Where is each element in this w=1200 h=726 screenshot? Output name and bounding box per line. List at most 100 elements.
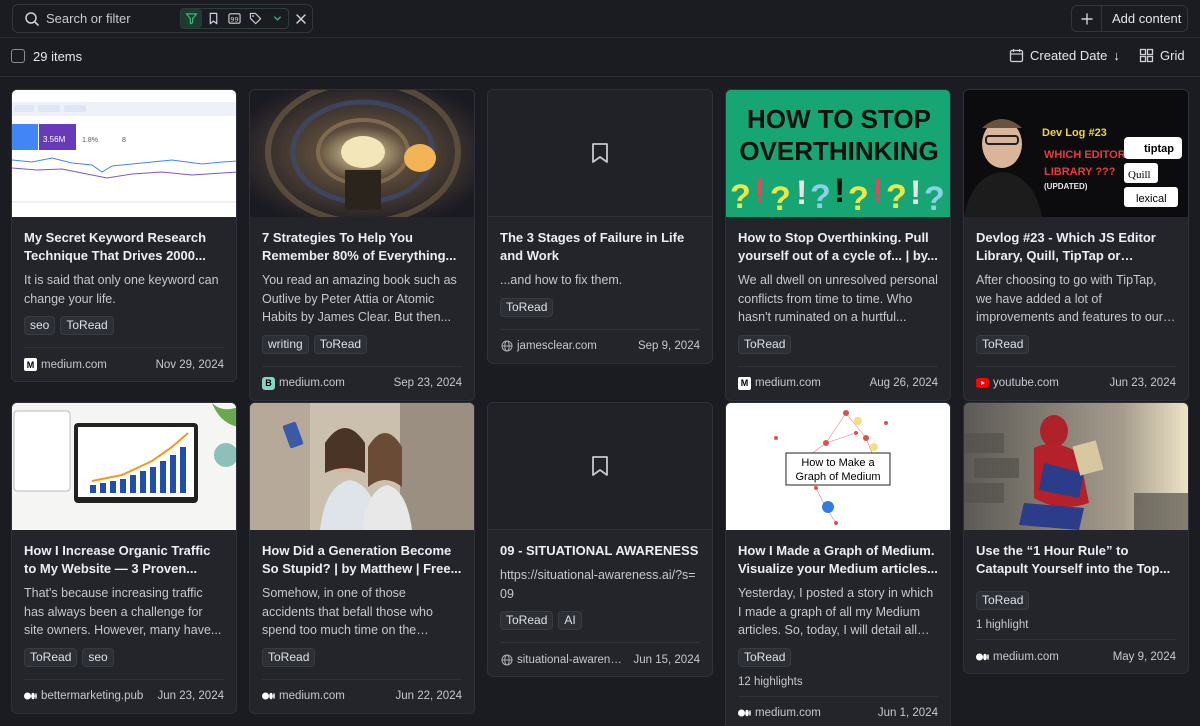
svg-text:!: ! (796, 174, 807, 212)
svg-text:?: ? (730, 178, 751, 216)
sort-direction: ↓ (1113, 48, 1120, 63)
svg-text:!: ! (754, 172, 765, 210)
tag-list: ToRead (738, 334, 938, 354)
tag-list: seo ToRead (24, 316, 224, 335)
tag-chip[interactable]: ToRead (60, 316, 114, 335)
tag-chip[interactable]: ToRead (24, 647, 78, 667)
filter-bookmark-button[interactable] (202, 9, 223, 28)
card-footer: situational-awarene... Jun 15, 2024 (500, 642, 700, 666)
search-box[interactable]: Search or filter 99 (12, 4, 313, 33)
thumb-headline: HOW TO STOP (747, 104, 931, 134)
calendar-icon (1009, 49, 1024, 63)
sort-button[interactable]: Created Date ↓ (1009, 48, 1120, 63)
card-source: youtube.com (993, 377, 1059, 389)
card-source: medium.com (279, 377, 345, 389)
card-title: 09 - SITUATIONAL AWARENESS (500, 543, 699, 558)
tag-chip[interactable]: ToRead (500, 297, 554, 317)
card-source: medium.com (993, 650, 1059, 663)
tag-list: ToRead AI (500, 611, 700, 630)
thumb-text: LIBRARY ??? (1044, 166, 1116, 178)
content-card[interactable]: HOW TO STOP OVERTHINKING ? ! ? ! ? ! ? !… (725, 89, 951, 401)
medium-b-icon: B (262, 376, 275, 390)
tag-chip[interactable]: ToRead (976, 334, 1030, 354)
svg-text:?: ? (924, 180, 945, 217)
plus-icon (1072, 6, 1102, 31)
card-description: ...and how to fix them. (500, 273, 623, 287)
tag-chip[interactable]: ToRead (500, 611, 554, 630)
select-all-checkbox[interactable] (11, 49, 25, 63)
quote-icon: 99 (228, 13, 241, 24)
medium-icon: M (24, 358, 37, 371)
view-toggle-button[interactable]: Grid (1139, 48, 1185, 63)
card-source: situational-awarene... (517, 653, 626, 666)
svg-text:?: ? (810, 178, 831, 216)
card-title: How to Stop Overthinking. Pull yourself … (738, 230, 938, 263)
svg-text:!: ! (872, 172, 883, 210)
card-description: We all dwell on unresolved personal conf… (738, 273, 938, 324)
svg-text:!: ! (834, 172, 845, 210)
tag-chip[interactable]: AI (558, 611, 582, 630)
bookmark-icon (209, 12, 217, 25)
content-card[interactable]: How I Increase Organic Traffic to My Web… (11, 402, 237, 714)
top-bar: Search or filter 99 Add content (0, 0, 1200, 38)
card-date: Sep 23, 2024 (393, 377, 462, 389)
tag-chip[interactable]: ToRead (262, 647, 316, 667)
card-date: May 9, 2024 (1112, 650, 1176, 663)
add-content-button[interactable]: Add content (1071, 5, 1188, 32)
card-date: Jun 15, 2024 (633, 653, 700, 666)
content-card[interactable]: 7 Strategies To Help You Remember 80% of… (249, 89, 475, 401)
thumb-text: tiptap (1144, 143, 1174, 155)
content-card[interactable]: How to Make a Graph of Medium How I Made… (725, 402, 951, 726)
medium-icon: M (738, 376, 751, 390)
tag-chip[interactable]: ToRead (313, 334, 368, 354)
card-date: Jun 1, 2024 (877, 707, 938, 719)
card-source: medium.com (755, 377, 821, 389)
tag-chip[interactable]: ToRead (738, 647, 792, 667)
card-title: How Did a Generation Become So Stupid? |… (262, 543, 462, 576)
filter-dropdown-button[interactable] (267, 9, 288, 28)
card-date: Nov 29, 2024 (155, 358, 224, 371)
tag-list: ToRead seo (24, 647, 224, 667)
search-input[interactable]: Search or filter (46, 11, 176, 26)
tag-chip[interactable]: ToRead (738, 334, 792, 354)
tag-chip[interactable]: seo (82, 647, 114, 667)
card-thumbnail: How to Make a Graph of Medium (726, 403, 950, 530)
tag-list: writing ToRead (262, 334, 462, 354)
card-title: My Secret Keyword Research Technique Tha… (24, 230, 207, 263)
filter-tag-button[interactable] (245, 9, 266, 28)
tag-chip[interactable]: seo (24, 316, 56, 335)
card-description: After choosing to go with TipTap, we hav… (976, 273, 1163, 324)
tag-chip[interactable]: ToRead (976, 591, 1030, 610)
search-icon (25, 11, 39, 26)
close-icon[interactable] (294, 12, 308, 26)
card-source: bettermarketing.pub (41, 690, 144, 702)
card-description: That's because increasing traffic has al… (24, 586, 222, 637)
card-source: jamesclear.com (517, 340, 597, 352)
filter-quote-button[interactable]: 99 (224, 9, 245, 28)
globe-icon (500, 340, 513, 353)
medium-dots-icon (262, 690, 275, 703)
content-card[interactable]: 09 - SITUATIONAL AWARENESS https://situa… (487, 402, 713, 677)
thumb-headline: OVERTHINKING (739, 136, 938, 166)
card-thumbnail (964, 403, 1188, 530)
content-card[interactable]: Dev Log #23 WHICH EDITOR LIBRARY ??? (UP… (963, 89, 1189, 401)
content-card[interactable]: How Did a Generation Become So Stupid? |… (249, 402, 475, 714)
globe-icon (500, 653, 513, 666)
grid-icon (1139, 48, 1154, 63)
metric-value: 8 (122, 137, 126, 144)
card-footer: bettermarketing.pub Jun 23, 2024 (24, 678, 224, 703)
content-card[interactable]: Use the “1 Hour Rule” to Catapult Yourse… (963, 402, 1189, 674)
tag-chip[interactable]: writing (262, 334, 309, 354)
card-description: It is said that only one keyword can cha… (24, 273, 219, 306)
highlight-count: 1 highlight (976, 619, 1029, 631)
bookmark-icon (592, 456, 608, 476)
card-thumbnail (250, 90, 474, 217)
content-card[interactable]: The 3 Stages of Failure in Life and Work… (487, 89, 713, 364)
card-description: Yesterday, I posted a story in which I m… (738, 586, 934, 637)
thumb-text: Quill (1128, 169, 1151, 181)
card-footer: medium.com Jun 1, 2024 (738, 695, 938, 720)
card-source: medium.com (755, 707, 821, 719)
content-card[interactable]: 3.56M 1.8% 8 My Secret Keyword Research … (11, 89, 237, 382)
card-thumbnail: HOW TO STOP OVERTHINKING ? ! ? ! ? ! ? !… (726, 90, 950, 217)
filter-funnel-button[interactable] (181, 9, 203, 28)
